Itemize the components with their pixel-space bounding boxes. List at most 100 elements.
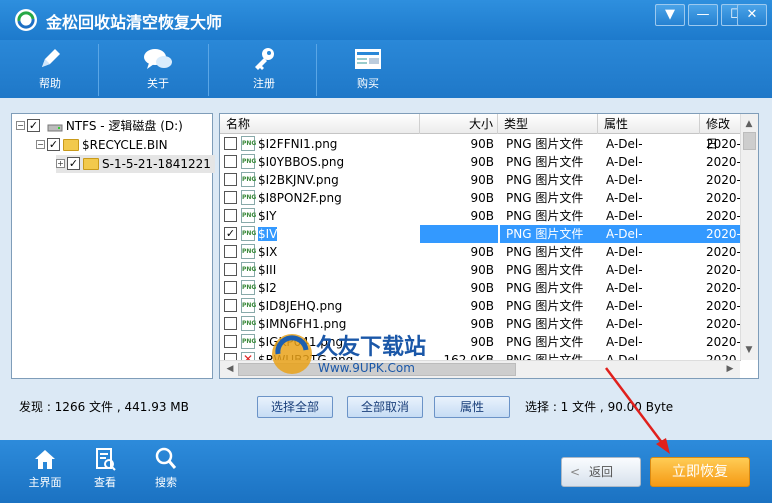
row-checkbox[interactable] <box>224 281 237 294</box>
view-button[interactable]: 查看 <box>80 446 130 490</box>
scroll-up-icon[interactable]: ▲ <box>741 116 757 132</box>
table-row[interactable]: PNG $IY 90B PNG 图片文件 A-Del- 2020- <box>220 207 741 225</box>
row-checkbox[interactable] <box>224 137 237 150</box>
row-checkbox[interactable] <box>224 191 237 204</box>
row-checkbox[interactable] <box>224 173 237 186</box>
cell-attr: A-Del- <box>600 225 700 243</box>
cell-type: PNG 图片文件 <box>506 263 584 277</box>
vertical-scrollbar[interactable]: ▲ ▼ <box>740 114 758 360</box>
back-button[interactable]: < 返回 <box>561 457 641 487</box>
cell-date: 2020- <box>706 209 741 223</box>
register-label: 注册 <box>253 77 275 90</box>
row-checkbox[interactable]: ✓ <box>224 227 237 240</box>
toolbar: 帮助 关于 注册 购买 <box>0 40 772 98</box>
expand-icon[interactable]: + <box>56 159 65 168</box>
column-header-date[interactable]: 修改日 <box>700 114 740 151</box>
cell-attr: A-Del- <box>606 263 643 277</box>
cell-size: 90B <box>470 263 494 277</box>
column-header-size[interactable]: 大小 <box>420 114 498 134</box>
png-file-icon: PNG <box>241 244 256 259</box>
help-label: 帮助 <box>39 77 61 90</box>
close-button[interactable]: ✕ <box>737 4 767 26</box>
table-row[interactable]: PNG $IX 90B PNG 图片文件 A-Del- 2020- <box>220 243 741 261</box>
home-button[interactable]: 主界面 <box>20 446 70 490</box>
scroll-down-icon[interactable]: ▼ <box>741 342 757 358</box>
cell-attr: A-Del- <box>606 335 643 349</box>
tree-item-recycle-bin[interactable]: − ✓ $RECYCLE.BIN <box>36 136 168 154</box>
tree-label-sid: S-1-5-21-1841221 <box>102 157 211 171</box>
folder-icon <box>83 157 99 170</box>
table-row[interactable]: PNG $I0YBBOS.png 90B PNG 图片文件 A-Del- 2020- <box>220 153 741 171</box>
recover-button[interactable]: 立即恢复 <box>650 457 750 487</box>
minimize-button[interactable]: — <box>688 4 718 26</box>
cell-date: 2020- <box>706 137 741 151</box>
table-row[interactable]: PNG $I2BKJNV.png 90B PNG 图片文件 A-Del- 2020- <box>220 171 741 189</box>
properties-button[interactable]: 属性 <box>434 396 510 418</box>
row-checkbox[interactable] <box>224 209 237 222</box>
column-header-type[interactable]: 类型 <box>498 114 598 134</box>
row-checkbox[interactable] <box>224 245 237 258</box>
file-list[interactable]: 名称 大小 类型 属性 修改日 PNG $I2FFNI1.png 90B PNG 图片… <box>219 113 759 379</box>
tree-checkbox-drive[interactable]: ✓ <box>27 119 40 132</box>
scroll-thumb[interactable] <box>743 132 756 150</box>
row-checkbox[interactable] <box>224 299 237 312</box>
scroll-thumb-horizontal[interactable] <box>238 363 516 376</box>
about-button[interactable]: 关于 <box>128 40 188 98</box>
table-row[interactable]: PNG $I8PON2F.png 90B PNG 图片文件 A-Del- 2020- <box>220 189 741 207</box>
table-row[interactable]: PNG $IGKP041.png 90B PNG 图片文件 A-Del- 2020- <box>220 333 741 351</box>
menu-button[interactable]: ▼ <box>655 4 685 26</box>
cell-size: 90B <box>470 335 494 349</box>
cell-attr: A-Del- <box>606 317 643 331</box>
collapse-icon[interactable]: − <box>36 140 45 149</box>
buy-button[interactable]: 购买 <box>338 40 398 98</box>
file-name: $IX <box>258 245 278 259</box>
table-row[interactable]: PNG $III 90B PNG 图片文件 A-Del- 2020- <box>220 261 741 279</box>
png-file-icon: PNG <box>241 298 256 313</box>
table-row[interactable]: ✓ PNG $IV PNG 图片文件 A-Del- 2020- <box>220 225 741 243</box>
table-row[interactable]: PNG $I2 90B PNG 图片文件 A-Del- 2020- <box>220 279 741 297</box>
row-checkbox[interactable] <box>224 263 237 276</box>
app-logo-icon <box>15 9 37 31</box>
cell-type: PNG 图片文件 <box>506 299 584 313</box>
tree-item-drive[interactable]: − ✓ NTFS - 逻辑磁盘 (D:) <box>16 117 183 135</box>
png-file-icon: PNG <box>241 334 256 349</box>
tree-checkbox-recycle[interactable]: ✓ <box>47 138 60 151</box>
cell-date: 2020- <box>706 335 741 349</box>
file-name: $III <box>258 263 277 277</box>
cell-name: ✓ PNG $IV <box>224 225 420 243</box>
file-name: $I0YBBOS.png <box>258 155 345 169</box>
cell-type: PNG 图片文件 <box>506 317 584 331</box>
file-name: $I2FFNI1.png <box>258 137 338 151</box>
png-file-icon: PNG <box>241 136 256 151</box>
cell-size: 90B <box>470 173 494 187</box>
toolbar-divider <box>98 44 99 96</box>
select-all-button[interactable]: 选择全部 <box>257 396 333 418</box>
folder-tree[interactable]: − ✓ NTFS - 逻辑磁盘 (D:) − ✓ $RECYCLE.BIN + ✓ S-1… <box>11 113 215 379</box>
horizontal-scrollbar[interactable]: ◀ ▶ <box>220 360 740 378</box>
cell-attr: A-Del- <box>606 299 643 313</box>
collapse-icon[interactable]: − <box>16 121 25 130</box>
about-label: 关于 <box>147 77 169 90</box>
table-row[interactable]: PNG $I2FFNI1.png 90B PNG 图片文件 A-Del- 2020- <box>220 135 741 153</box>
column-header-attr[interactable]: 属性 <box>598 114 700 134</box>
deselect-all-button[interactable]: 全部取消 <box>347 396 423 418</box>
png-file-icon: PNG <box>241 226 256 241</box>
row-checkbox[interactable] <box>224 317 237 330</box>
cell-size: 90B <box>470 317 494 331</box>
cell-date: 2020- <box>706 263 741 277</box>
selected-status: 选择 : 1 文件 , 90.00 Byte <box>525 400 674 414</box>
home-icon <box>35 450 55 469</box>
register-button[interactable]: 注册 <box>234 40 294 98</box>
cell-date: 2020- <box>706 155 741 169</box>
search-button[interactable]: 搜索 <box>141 446 191 490</box>
tree-checkbox-sid[interactable]: ✓ <box>67 157 80 170</box>
table-row[interactable]: PNG $IMN6FH1.png 90B PNG 图片文件 A-Del- 2020- <box>220 315 741 333</box>
tree-item-sid[interactable]: + ✓ S-1-5-21-1841221 <box>56 155 215 173</box>
scroll-right-icon[interactable]: ▶ <box>722 361 738 377</box>
table-row[interactable]: PNG $ID8JEHQ.png 90B PNG 图片文件 A-Del- 2020- <box>220 297 741 315</box>
row-checkbox[interactable] <box>224 335 237 348</box>
row-checkbox[interactable] <box>224 155 237 168</box>
help-button[interactable]: 帮助 <box>20 40 80 98</box>
scroll-left-icon[interactable]: ◀ <box>222 361 238 377</box>
column-header-name[interactable]: 名称 <box>220 114 420 134</box>
